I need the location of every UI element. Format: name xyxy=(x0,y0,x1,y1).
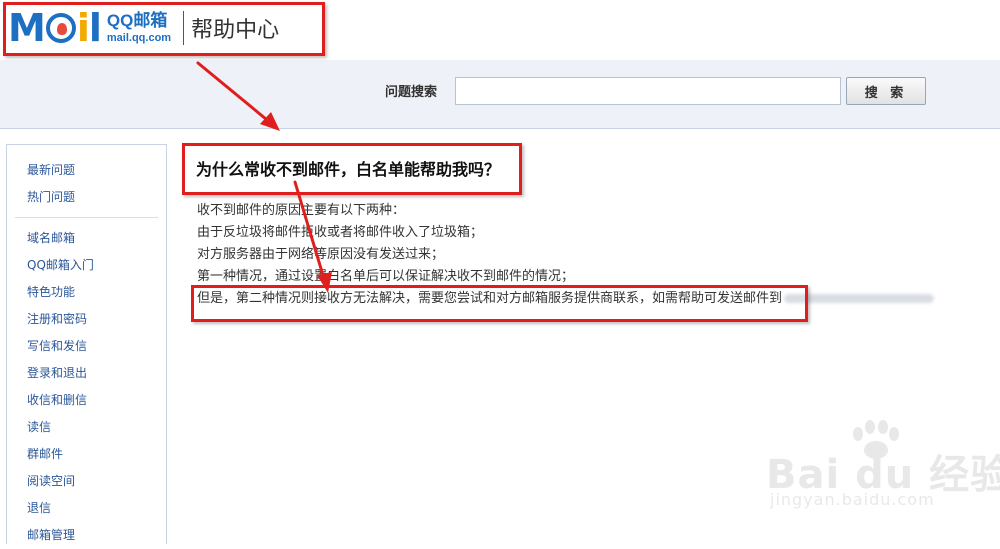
baidu-watermark: Bai du 经验 jingyan.baidu.com xyxy=(766,420,1000,520)
search-button[interactable]: 搜 索 xyxy=(846,77,926,105)
article-line: 由于反垃圾将邮件拒收或者将邮件收入了垃圾箱； xyxy=(197,225,484,240)
sidebar-category-list: 域名邮箱 QQ邮箱入门 特色功能 注册和密码 写信和发信 登录和退出 收信和删信… xyxy=(7,225,166,549)
sidebar-item-features[interactable]: 特色功能 xyxy=(7,279,166,306)
sidebar-item-reading-space[interactable]: 阅读空间 xyxy=(7,468,166,495)
sidebar-item-login-logout[interactable]: 登录和退出 xyxy=(7,360,166,387)
sidebar-item-popular[interactable]: 热门问题 xyxy=(7,184,166,211)
search-label: 问题搜索 xyxy=(385,85,438,100)
search-input[interactable] xyxy=(455,77,841,105)
sidebar-item-domain-mail[interactable]: 域名邮箱 xyxy=(7,225,166,252)
sidebar-item-receive-delete[interactable]: 收信和删信 xyxy=(7,387,166,414)
search-bar: 问题搜索 搜 索 xyxy=(0,60,1000,129)
sidebar-item-read[interactable]: 读信 xyxy=(7,414,166,441)
sidebar-item-register-password[interactable]: 注册和密码 xyxy=(7,306,166,333)
sidebar-divider xyxy=(15,217,158,218)
sidebar-item-bounce[interactable]: 退信 xyxy=(7,495,166,522)
sidebar-nav: 最新问题 热门问题 域名邮箱 QQ邮箱入门 特色功能 注册和密码 写信和发信 登… xyxy=(6,144,167,544)
annotation-box-answer xyxy=(191,285,808,322)
annotation-box-title xyxy=(182,143,522,195)
annotation-box-logo xyxy=(3,2,325,56)
sidebar-top-list: 最新问题 热门问题 xyxy=(7,145,166,211)
sidebar-item-latest[interactable]: 最新问题 xyxy=(7,157,166,184)
sidebar-item-compose-send[interactable]: 写信和发信 xyxy=(7,333,166,360)
sidebar-item-getting-started[interactable]: QQ邮箱入门 xyxy=(7,252,166,279)
article-line: 收不到邮件的原因主要有以下两种： xyxy=(197,203,406,218)
sidebar-item-group-mail[interactable]: 群邮件 xyxy=(7,441,166,468)
sidebar-item-mailbox-management[interactable]: 邮箱管理 xyxy=(7,522,166,549)
article-line: 对方服务器由于网络等原因没有发送过来； xyxy=(197,247,445,262)
watermark-url: jingyan.baidu.com xyxy=(770,490,935,509)
